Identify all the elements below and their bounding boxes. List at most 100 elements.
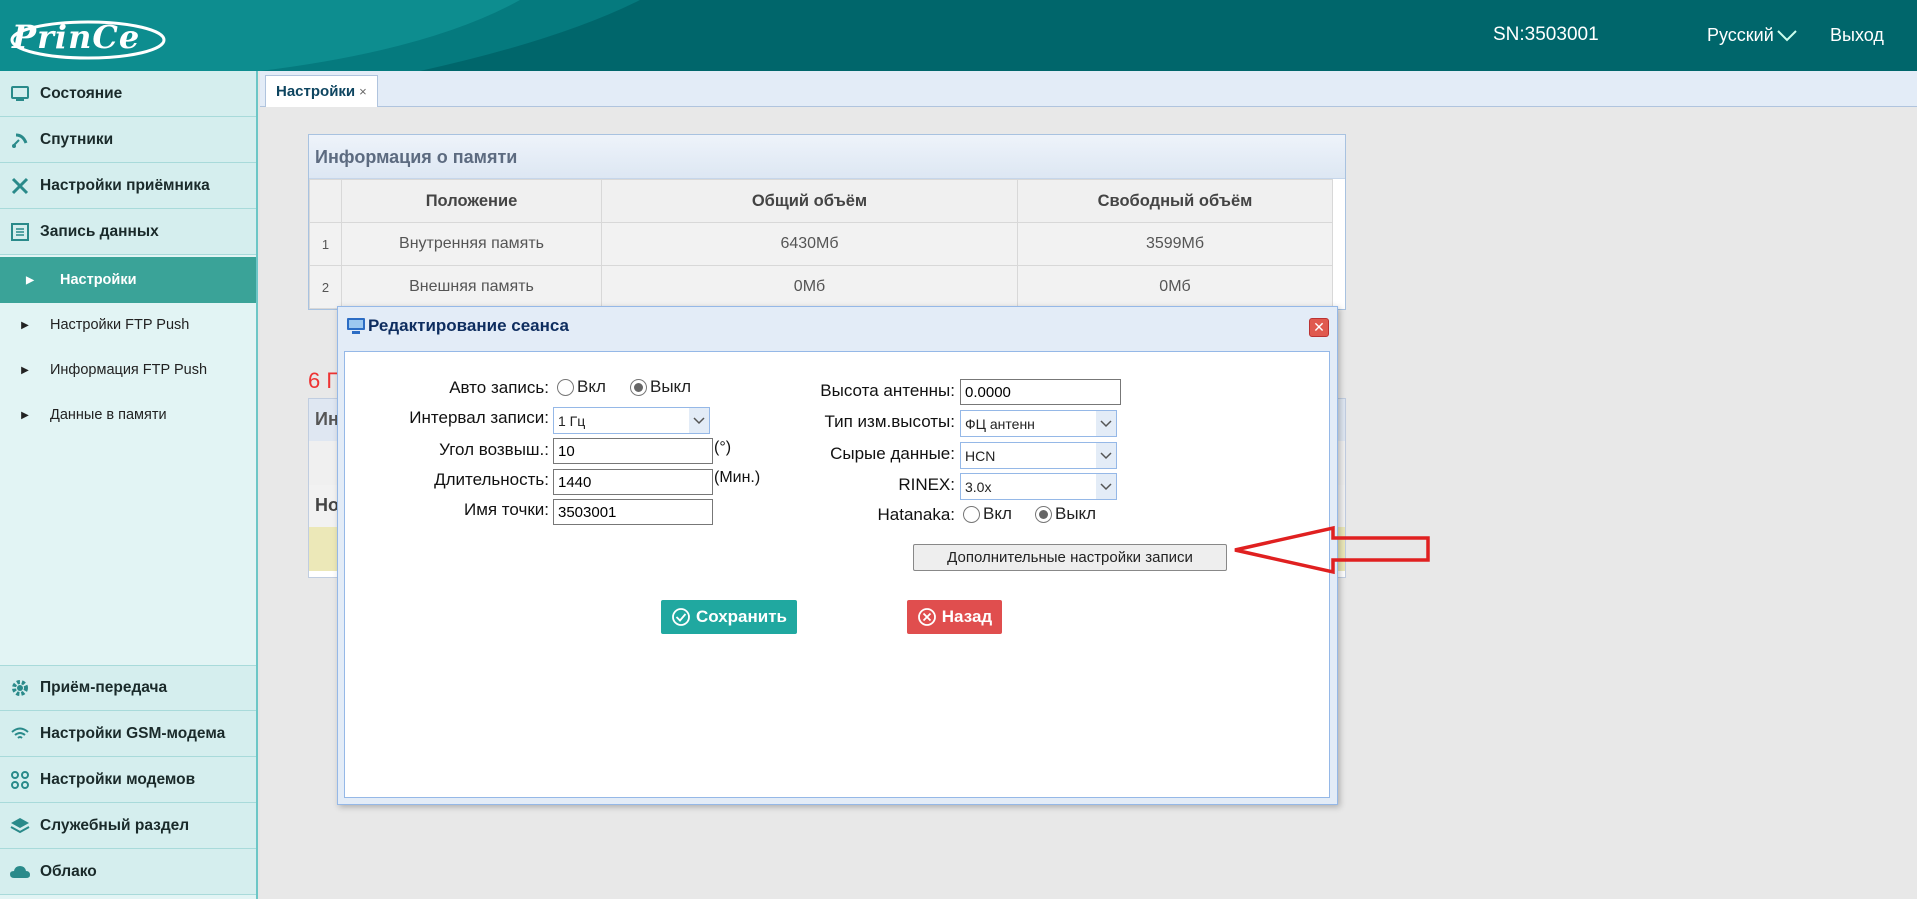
close-icon[interactable]: × <box>359 84 367 99</box>
cloud-icon <box>0 865 40 879</box>
raw-data-select[interactable]: HCN <box>960 442 1117 469</box>
radio-circle <box>557 378 574 396</box>
sidebar-item-service[interactable]: Служебный раздел <box>0 803 256 849</box>
annotation-arrow-icon <box>1234 525 1430 575</box>
edit-session-dialog: Редактирование сеанса ✕ Авто запись: Вкл… <box>337 306 1338 805</box>
hatanaka-off-radio[interactable]: Выкл <box>1035 504 1096 524</box>
cell-total: 6430Мб <box>601 222 1018 266</box>
table-row[interactable]: 2 Внешняя память 0Мб 0Мб <box>309 265 1333 309</box>
dialog-title: Редактирование сеанса <box>368 316 569 335</box>
height-type-label: Тип изм.высоты: <box>824 412 955 431</box>
antenna-height-label: Высота антенны: <box>820 381 955 400</box>
sidebar-item-label: Настройки модемов <box>40 770 196 788</box>
raw-data-label: Сырые данные: <box>830 444 955 463</box>
column-header: Свободный объём <box>1017 179 1333 223</box>
sidebar-item-label: Запись данных <box>40 222 159 240</box>
point-name-label: Имя точки: <box>463 500 549 519</box>
sidebar-item-receiver-settings[interactable]: Настройки приёмника <box>0 163 256 209</box>
interval-select[interactable]: 1 Гц <box>553 407 710 434</box>
sidebar-sub-ftp-push-info[interactable]: ▶ Информация FTP Push <box>0 348 256 392</box>
sidebar-item-label: Приём-передача <box>40 679 168 696</box>
check-circle-icon <box>672 608 690 626</box>
sidebar-sub-memory-data[interactable]: ▶ Данные в памяти <box>0 393 256 437</box>
table-header-row: Положение Общий объём Свободный объём <box>309 179 1333 223</box>
memory-panel: Информация о памяти Положение Общий объё… <box>308 134 1346 310</box>
table-row[interactable]: 1 Внутренняя память 6430Мб 3599Мб <box>309 222 1333 266</box>
sidebar-sub-settings[interactable]: ▶ Настройки <box>0 257 256 303</box>
advanced-recording-settings-button[interactable]: Дополнительные настройки записи <box>913 544 1227 571</box>
caret-right-icon: ▶ <box>21 409 29 421</box>
select-value: 1 Гц <box>558 412 586 429</box>
satellite-icon <box>0 131 40 149</box>
sidebar-sub-label: Данные в памяти <box>50 407 167 423</box>
duration-input[interactable] <box>553 469 713 495</box>
chevron-down-icon <box>1096 474 1116 499</box>
column-header: Общий объём <box>601 179 1018 223</box>
sidebar: Состояние Спутники Настройки приёмника З… <box>0 71 258 899</box>
status-icon <box>0 85 40 102</box>
auto-record-label: Авто запись: <box>449 378 549 397</box>
caret-right-icon: ▶ <box>21 319 29 331</box>
sidebar-item-gsm-modem[interactable]: Настройки GSM-модема <box>0 711 256 757</box>
chevron-down-icon <box>1096 443 1116 468</box>
radio-circle <box>963 505 980 523</box>
tools-icon <box>0 176 40 196</box>
memory-table: Положение Общий объём Свободный объём 1 … <box>309 179 1333 309</box>
top-header: PrinCe SN:3503001 Русский Выход <box>0 0 1917 71</box>
row-number: 1 <box>309 222 342 266</box>
grid-icon <box>0 770 40 789</box>
sidebar-sub-label: Настройки <box>60 272 137 288</box>
tab-settings[interactable]: Настройки × <box>265 75 378 107</box>
sidebar-sub-ftp-push-settings[interactable]: ▶ Настройки FTP Push <box>0 303 256 347</box>
select-value: ФЦ антенн <box>965 415 1035 432</box>
sidebar-item-satellites[interactable]: Спутники <box>0 117 256 163</box>
point-name-input[interactable] <box>553 499 713 525</box>
sidebar-sub-label: Настройки FTP Push <box>50 317 190 333</box>
column-header: Положение <box>341 179 602 223</box>
sidebar-item-label: Настройки GSM-модема <box>40 724 226 742</box>
row-number: 2 <box>309 265 342 309</box>
hatanaka-label: Hatanaka: <box>877 505 956 524</box>
caret-right-icon: ▶ <box>21 364 29 376</box>
auto-record-off-radio[interactable]: Выкл <box>630 377 691 397</box>
hatanaka-on-radio[interactable]: Вкл <box>963 504 1012 524</box>
sidebar-item-status[interactable]: Состояние <box>0 71 256 117</box>
elevation-unit: (°) <box>714 439 732 456</box>
cell-location: Внутренняя память <box>341 222 602 266</box>
row-number-header <box>309 179 342 223</box>
tab-label: Настройки <box>276 83 356 100</box>
memory-panel-title: Информация о памяти <box>309 135 1345 179</box>
interval-label: Интервал записи: <box>409 408 549 427</box>
chevron-down-icon <box>1777 29 1797 41</box>
sidebar-item-transmission[interactable]: Приём-передача <box>0 665 256 711</box>
layers-icon <box>0 817 40 835</box>
language-select[interactable]: Русский <box>1707 25 1798 46</box>
save-button[interactable]: Сохранить <box>661 600 797 634</box>
elevation-input[interactable] <box>553 438 713 464</box>
sidebar-item-data-recording[interactable]: Запись данных <box>0 209 256 255</box>
antenna-height-input[interactable] <box>960 379 1121 405</box>
rinex-select[interactable]: 3.0x <box>960 473 1117 500</box>
cell-free: 3599Мб <box>1017 222 1333 266</box>
radio-circle <box>1035 505 1052 523</box>
back-button[interactable]: Назад <box>907 600 1002 634</box>
tab-bar: Настройки × <box>260 71 1917 107</box>
sidebar-item-modems[interactable]: Настройки модемов <box>0 757 256 803</box>
logo[interactable]: PrinCe <box>12 18 140 56</box>
save-label: Сохранить <box>695 607 788 626</box>
close-button[interactable]: ✕ <box>1309 318 1329 337</box>
elevation-label: Угол возвыш.: <box>439 440 549 459</box>
sidebar-item-cloud[interactable]: Облако <box>0 849 256 895</box>
chevron-down-icon <box>1096 411 1116 436</box>
serial-number: SN:3503001 <box>1493 24 1599 45</box>
auto-record-on-radio[interactable]: Вкл <box>557 377 606 397</box>
dialog-body: Авто запись: Вкл Выкл Интервал записи: 1… <box>344 351 1330 798</box>
language-label: Русский <box>1707 25 1774 45</box>
sidebar-item-label: Настройки приёмника <box>40 176 210 194</box>
rinex-label: RINEX: <box>898 475 955 494</box>
height-type-select[interactable]: ФЦ антенн <box>960 410 1117 437</box>
dialog-header: Редактирование сеанса <box>338 307 1337 345</box>
back-label: Назад <box>941 607 993 626</box>
logout-link[interactable]: Выход <box>1830 25 1884 46</box>
duration-label: Длительность: <box>434 470 549 489</box>
